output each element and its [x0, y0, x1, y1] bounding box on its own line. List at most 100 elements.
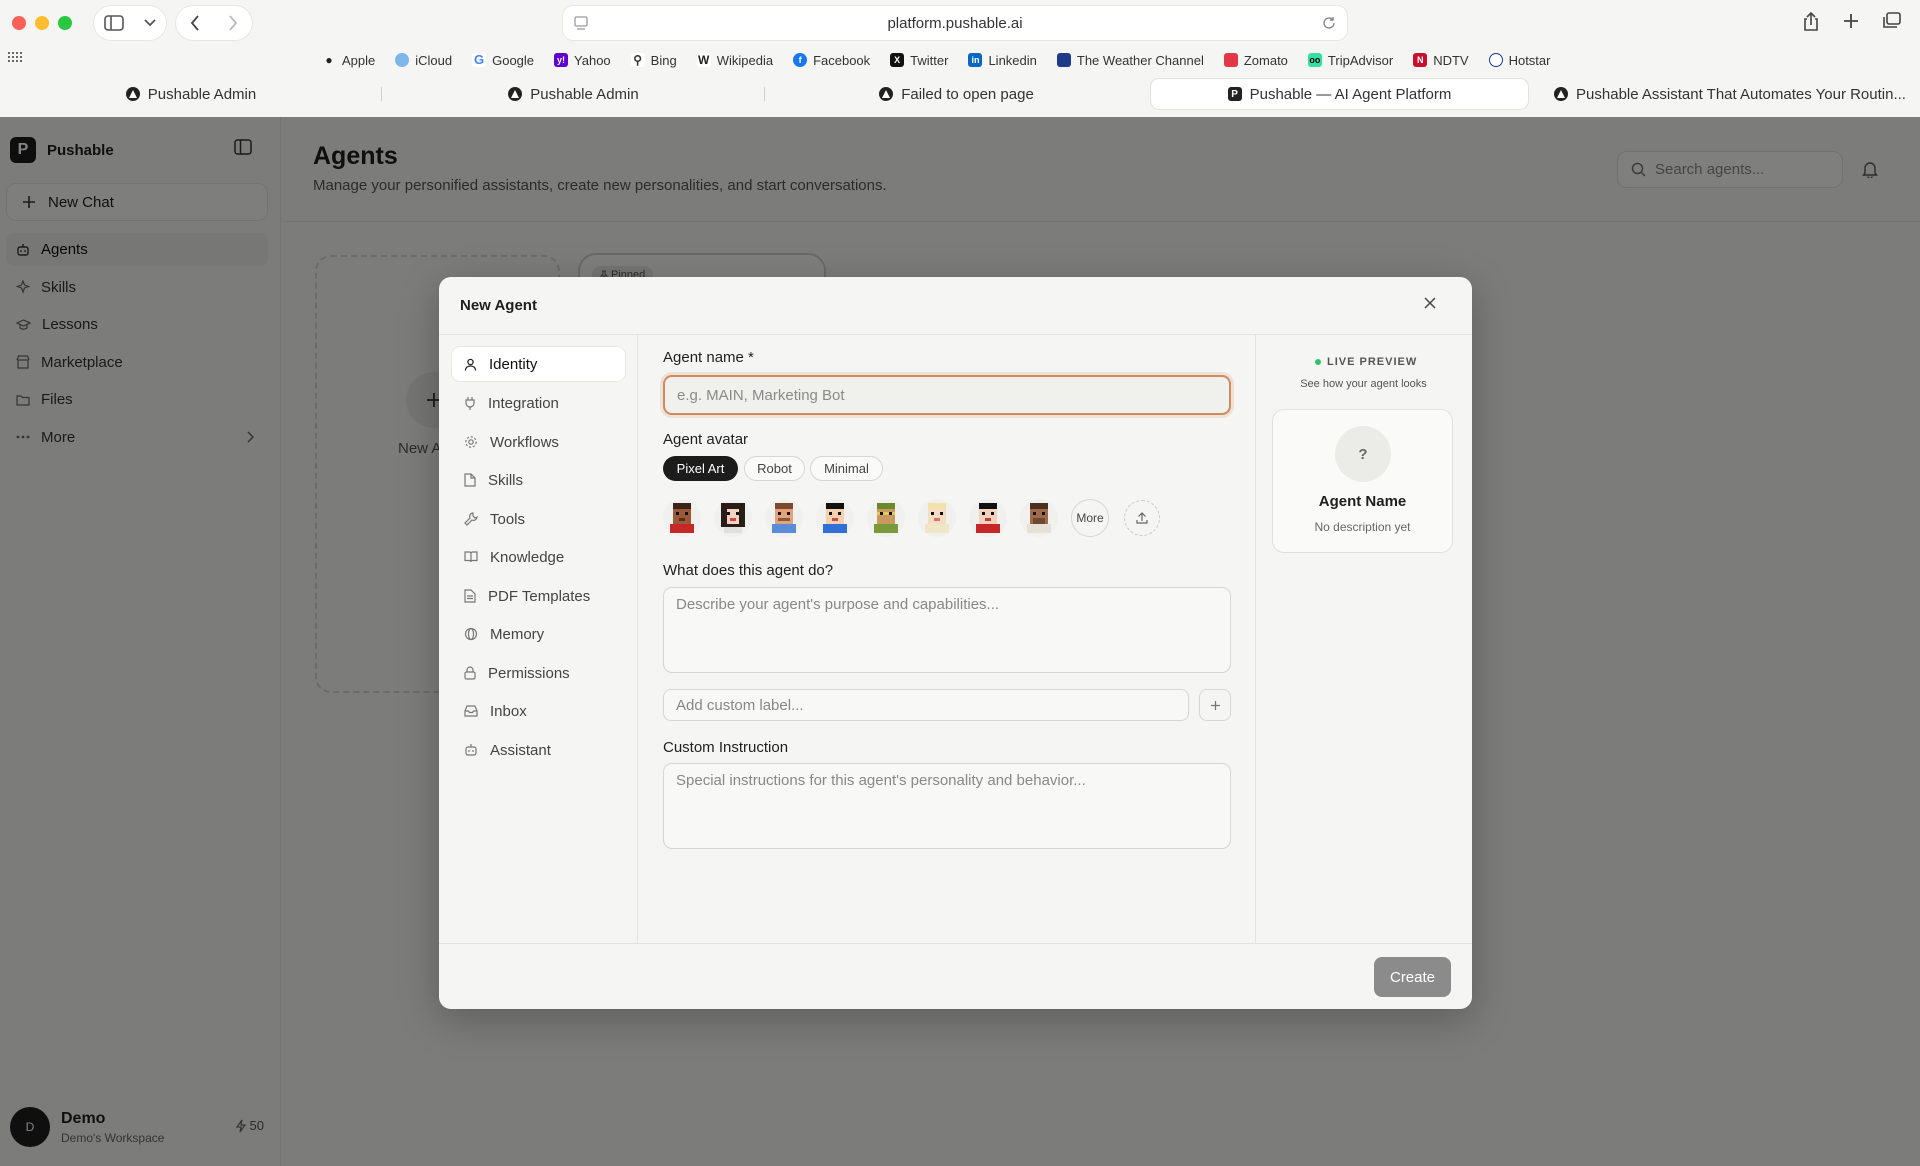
- tab-identity[interactable]: Identity: [452, 347, 625, 381]
- new-tab-icon[interactable]: [1842, 12, 1860, 32]
- zoom-window-button[interactable]: [58, 16, 72, 30]
- tab-bar: Pushable Admin Pushable Admin Failed to …: [0, 79, 1920, 109]
- add-label-button[interactable]: [1199, 689, 1231, 721]
- pixel-avatar-option[interactable]: [1020, 499, 1058, 537]
- tab-permissions[interactable]: Permissions: [452, 656, 625, 690]
- pushable-logo-icon: P: [1227, 87, 1242, 101]
- agent-purpose-textarea[interactable]: [663, 587, 1231, 673]
- live-preview-header: LIVE PREVIEW: [1315, 356, 1417, 368]
- tab-pushable-assistant[interactable]: Pushable Assistant That Automates Your R…: [1540, 79, 1920, 109]
- pixel-avatar-option[interactable]: [918, 499, 956, 537]
- zomato-icon: [1223, 53, 1238, 67]
- url-text: platform.pushable.ai: [887, 14, 1023, 32]
- document-icon: [464, 589, 476, 603]
- agent-name-input[interactable]: [663, 375, 1231, 415]
- favorite-bing[interactable]: ⚲ Bing: [630, 53, 677, 68]
- upload-avatar-button[interactable]: [1124, 500, 1160, 536]
- agent-name-label: Agent name *: [663, 349, 754, 366]
- apple-icon: ●: [325, 53, 333, 67]
- tab-pushable-platform[interactable]: P Pushable — AI Agent Platform: [1151, 79, 1528, 109]
- more-avatars-button[interactable]: More: [1071, 499, 1109, 537]
- lock-icon: [464, 666, 476, 680]
- close-window-button[interactable]: [12, 16, 26, 30]
- pixel-avatar-option[interactable]: [867, 499, 905, 537]
- custom-instruction-textarea[interactable]: [663, 763, 1231, 849]
- new-agent-dialog: New Agent Identity Integration Workflows…: [439, 277, 1472, 1009]
- address-bar[interactable]: platform.pushable.ai: [563, 6, 1347, 40]
- tab-memory[interactable]: Memory: [452, 617, 625, 651]
- avatar-style-robot[interactable]: Robot: [744, 456, 805, 481]
- custom-label-input[interactable]: [663, 689, 1189, 721]
- minimize-window-button[interactable]: [35, 16, 49, 30]
- chevron-down-icon[interactable]: [144, 19, 156, 27]
- pixel-avatar-option[interactable]: [663, 499, 701, 537]
- pixel-avatar-option[interactable]: [816, 499, 854, 537]
- favorite-weather-channel[interactable]: The Weather Channel: [1056, 53, 1204, 68]
- sidebar-toggle-icon[interactable]: [104, 15, 124, 31]
- wikipedia-icon: W: [696, 53, 711, 67]
- tab-tools[interactable]: Tools: [452, 502, 625, 536]
- pushable-tab-icon: [1554, 87, 1569, 101]
- dialog-header: [439, 277, 1472, 335]
- sidebar-toggle-group: [94, 6, 166, 40]
- avatar-style-pixel-art[interactable]: Pixel Art: [663, 456, 738, 481]
- favorite-facebook[interactable]: f Facebook: [793, 53, 870, 68]
- window-controls: [12, 16, 72, 30]
- favorite-yahoo[interactable]: y! Yahoo: [554, 53, 611, 68]
- favorite-linkedin[interactable]: in Linkedin: [968, 53, 1037, 68]
- tab-workflows[interactable]: Workflows: [452, 425, 625, 459]
- create-button[interactable]: Create: [1374, 957, 1451, 997]
- tab-integration[interactable]: Integration: [452, 386, 625, 420]
- apps-grid-icon[interactable]: [8, 52, 22, 62]
- preview-agent-description: No description yet: [1314, 520, 1411, 534]
- tab-pushable-admin-2[interactable]: Pushable Admin: [382, 79, 765, 109]
- avatar-picker: More: [663, 499, 1160, 537]
- back-icon[interactable]: [190, 15, 200, 31]
- favorite-apple[interactable]: ● Apple: [322, 53, 375, 68]
- ndtv-icon: N: [1413, 53, 1428, 67]
- agent-purpose-label: What does this agent do?: [663, 562, 834, 579]
- search-icon: ⚲: [630, 53, 645, 67]
- dialog-title: New Agent: [460, 297, 537, 314]
- forward-icon[interactable]: [228, 15, 238, 31]
- tab-assistant[interactable]: Assistant: [452, 733, 625, 767]
- x-icon: X: [890, 53, 905, 67]
- pixel-avatar-option[interactable]: [969, 499, 1007, 537]
- tab-pdf-templates[interactable]: PDF Templates: [452, 579, 625, 613]
- favorite-zomato[interactable]: Zomato: [1223, 53, 1288, 68]
- yahoo-icon: y!: [554, 53, 569, 67]
- share-icon[interactable]: [1802, 12, 1820, 32]
- tab-failed-to-open[interactable]: Failed to open page: [765, 79, 1148, 109]
- favorite-icloud[interactable]: iCloud: [395, 53, 452, 68]
- browser-chrome: platform.pushable.ai ● Apple iCloud G Goog…: [0, 0, 1920, 117]
- favorite-tripadvisor[interactable]: oo TripAdvisor: [1307, 53, 1393, 68]
- avatar-style-minimal[interactable]: Minimal: [810, 456, 883, 481]
- favorites-bar: ● Apple iCloud G Google y! Yahoo ⚲ Bing W Wik…: [322, 49, 1550, 71]
- favorite-ndtv[interactable]: N NDTV: [1413, 53, 1469, 68]
- pixel-avatar-option[interactable]: [714, 499, 752, 537]
- tab-inbox[interactable]: Inbox: [452, 694, 625, 728]
- dialog-nav: Identity Integration Workflows Skills To…: [439, 335, 638, 943]
- favorite-wikipedia[interactable]: W Wikipedia: [696, 53, 773, 68]
- favorite-hotstar[interactable]: Hotstar: [1488, 53, 1550, 68]
- facebook-icon: f: [793, 53, 808, 67]
- globe-icon: [464, 627, 478, 641]
- dialog-footer: [439, 943, 1472, 1009]
- pushable-tab-icon: [125, 87, 140, 101]
- tab-knowledge[interactable]: Knowledge: [452, 540, 625, 574]
- close-icon[interactable]: [1424, 297, 1436, 309]
- tab-pushable-admin-1[interactable]: Pushable Admin: [0, 79, 382, 109]
- preview-agent-name: Agent Name: [1318, 493, 1407, 510]
- live-preview-subtitle: See how your agent looks: [1300, 378, 1427, 390]
- tab-skills[interactable]: Skills: [452, 463, 625, 497]
- pixel-avatar-option[interactable]: [765, 499, 803, 537]
- favorite-google[interactable]: G Google: [472, 53, 534, 68]
- favorite-twitter[interactable]: X Twitter: [890, 53, 948, 68]
- page-settings-icon[interactable]: [573, 15, 589, 31]
- pushable-tab-icon: [879, 87, 894, 101]
- book-icon: [464, 551, 478, 563]
- reload-icon[interactable]: [1321, 15, 1337, 31]
- cloud-icon: [395, 53, 410, 67]
- bot-icon: [464, 743, 478, 757]
- tab-overview-icon[interactable]: [1882, 12, 1902, 32]
